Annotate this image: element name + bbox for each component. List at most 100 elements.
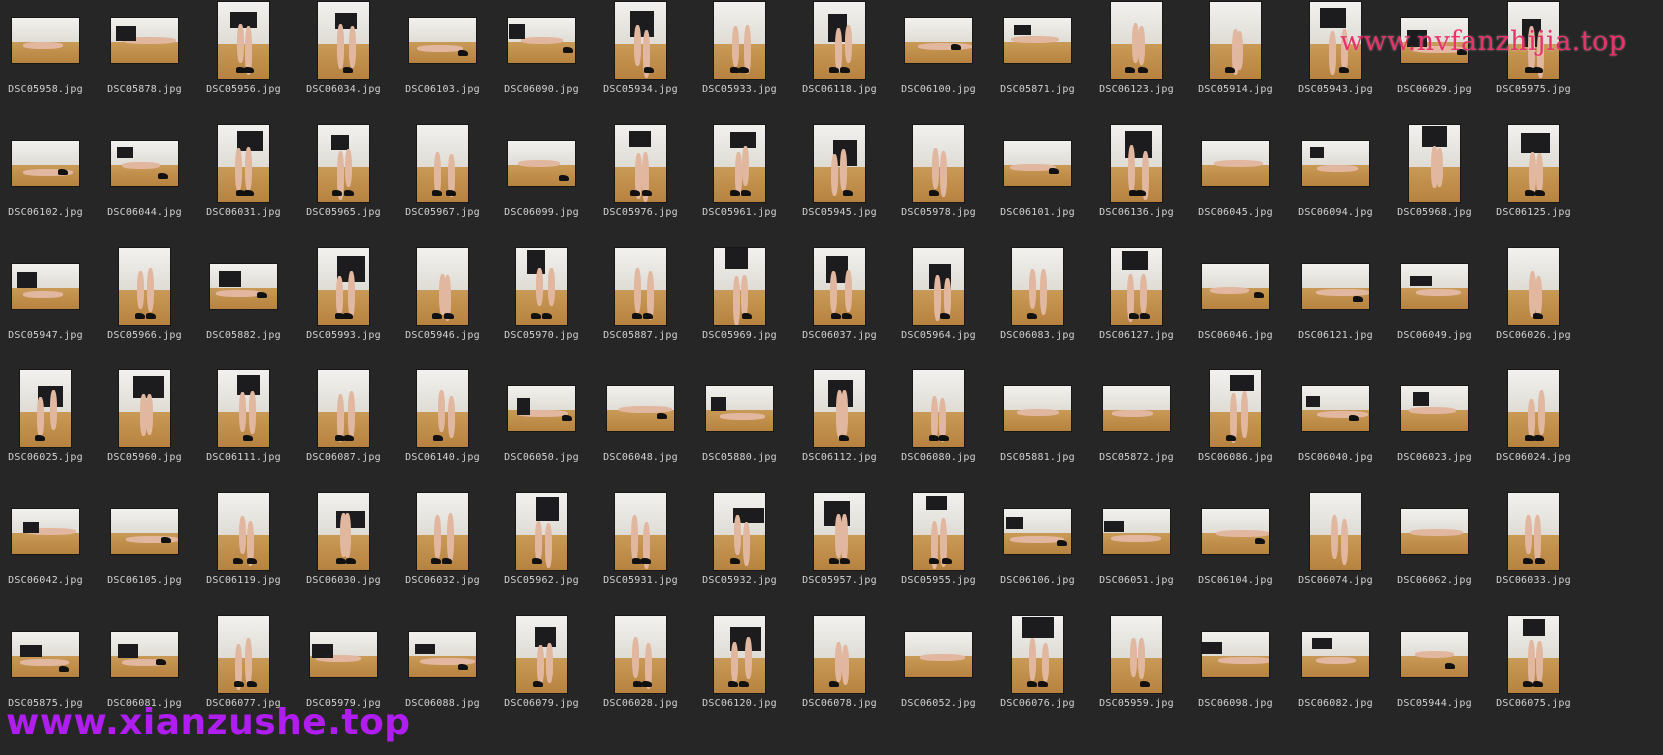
thumbnail-frame [1084, 612, 1189, 696]
thumbnail-item[interactable]: DSC05934.jpg [588, 0, 693, 118]
thumbnail-item[interactable]: DSC06037.jpg [787, 244, 892, 364]
thumbnail-item[interactable]: DSC05967.jpg [390, 121, 495, 241]
thumbnail-item[interactable]: DSC05944.jpg [1382, 612, 1487, 732]
thumbnail-item[interactable]: DSC06104.jpg [1183, 489, 1288, 609]
thumbnail-item[interactable]: DSC05965.jpg [291, 121, 396, 241]
thumbnail-item[interactable]: DSC06033.jpg [1481, 489, 1586, 609]
thumbnail-item[interactable]: DSC06026.jpg [1481, 244, 1586, 364]
thumbnail-item[interactable]: DSC05882.jpg [191, 244, 296, 364]
thumbnail-item[interactable]: DSC06136.jpg [1084, 121, 1189, 241]
thumbnail-item[interactable]: DSC06051.jpg [1084, 489, 1189, 609]
thumbnail-item[interactable]: DSC05947.jpg [0, 244, 98, 364]
thumbnail-item[interactable]: DSC05871.jpg [985, 0, 1090, 118]
thumbnail-item[interactable]: DSC06034.jpg [291, 0, 396, 118]
thumbnail-item[interactable]: DSC06032.jpg [390, 489, 495, 609]
thumbnail-item[interactable]: DSC06062.jpg [1382, 489, 1487, 609]
thumbnail-item[interactable]: DSC06112.jpg [787, 366, 892, 486]
thumbnail-item[interactable]: DSC06023.jpg [1382, 366, 1487, 486]
thumbnail-item[interactable]: DSC05931.jpg [588, 489, 693, 609]
thumbnail-item[interactable]: DSC05962.jpg [489, 489, 594, 609]
thumbnail-item[interactable]: DSC05932.jpg [687, 489, 792, 609]
thumbnail-image [913, 124, 964, 202]
thumbnail-item[interactable]: DSC05946.jpg [390, 244, 495, 364]
thumbnail-item[interactable]: DSC06042.jpg [0, 489, 98, 609]
thumbnail-frame [1183, 121, 1288, 205]
thumbnail-item[interactable]: DSC06101.jpg [985, 121, 1090, 241]
thumbnail-item[interactable]: DSC06079.jpg [489, 612, 594, 732]
thumbnail-item[interactable]: DSC05970.jpg [489, 244, 594, 364]
thumbnail-item[interactable]: DSC06083.jpg [985, 244, 1090, 364]
thumbnail-item[interactable]: DSC06098.jpg [1183, 612, 1288, 732]
thumbnail-item[interactable]: DSC05872.jpg [1084, 366, 1189, 486]
thumbnail-item[interactable]: DSC05914.jpg [1183, 0, 1288, 118]
thumbnail-item[interactable]: DSC06123.jpg [1084, 0, 1189, 118]
thumbnail-item[interactable]: DSC06127.jpg [1084, 244, 1189, 364]
thumbnail-item[interactable]: DSC06106.jpg [985, 489, 1090, 609]
thumbnail-item[interactable]: DSC06100.jpg [886, 0, 991, 118]
thumbnail-item[interactable]: DSC06031.jpg [191, 121, 296, 241]
thumbnail-item[interactable]: DSC06121.jpg [1283, 244, 1388, 364]
thumbnail-item[interactable]: DSC05993.jpg [291, 244, 396, 364]
thumbnail-item[interactable]: DSC06074.jpg [1283, 489, 1388, 609]
thumbnail-item[interactable]: DSC06040.jpg [1283, 366, 1388, 486]
thumbnail-frame [787, 121, 892, 205]
thumbnail-item[interactable]: DSC06120.jpg [687, 612, 792, 732]
thumbnail-item[interactable]: DSC06024.jpg [1481, 366, 1586, 486]
thumbnail-item[interactable]: DSC06111.jpg [191, 366, 296, 486]
thumbnail-item[interactable]: DSC06030.jpg [291, 489, 396, 609]
thumbnail-item[interactable]: DSC06082.jpg [1283, 612, 1388, 732]
thumbnail-item[interactable]: DSC05880.jpg [687, 366, 792, 486]
thumbnail-item[interactable]: DSC06048.jpg [588, 366, 693, 486]
thumbnail-item[interactable]: DSC06119.jpg [191, 489, 296, 609]
thumbnail-item[interactable]: DSC05960.jpg [92, 366, 197, 486]
thumbnail-image [1004, 385, 1071, 431]
thumbnail-item[interactable]: DSC05959.jpg [1084, 612, 1189, 732]
thumbnail-item[interactable]: DSC06125.jpg [1481, 121, 1586, 241]
thumbnail-item[interactable]: DSC06080.jpg [886, 366, 991, 486]
thumbnail-item[interactable]: DSC06087.jpg [291, 366, 396, 486]
thumbnail-item[interactable]: DSC05943.jpg [1283, 0, 1388, 118]
thumbnail-item[interactable]: DSC06086.jpg [1183, 366, 1288, 486]
thumbnail-item[interactable]: DSC06140.jpg [390, 366, 495, 486]
thumbnail-item[interactable]: DSC05969.jpg [687, 244, 792, 364]
thumbnail-item[interactable]: DSC06029.jpg [1382, 0, 1487, 118]
thumbnail-item[interactable]: DSC06052.jpg [886, 612, 991, 732]
thumbnail-item[interactable]: DSC05976.jpg [588, 121, 693, 241]
thumbnail-item[interactable]: DSC06028.jpg [588, 612, 693, 732]
thumbnail-item[interactable]: DSC05968.jpg [1382, 121, 1487, 241]
thumbnail-item[interactable]: DSC06049.jpg [1382, 244, 1487, 364]
thumbnail-item[interactable]: DSC05961.jpg [687, 121, 792, 241]
thumbnail-item[interactable]: DSC05878.jpg [92, 0, 197, 118]
thumbnail-item[interactable]: DSC05945.jpg [787, 121, 892, 241]
thumbnail-frame [687, 244, 792, 328]
thumbnail-item[interactable]: DSC05966.jpg [92, 244, 197, 364]
thumbnail-item[interactable]: DSC05933.jpg [687, 0, 792, 118]
thumbnail-item[interactable]: DSC06045.jpg [1183, 121, 1288, 241]
thumbnail-item[interactable]: DSC06090.jpg [489, 0, 594, 118]
thumbnail-item[interactable]: DSC05958.jpg [0, 0, 98, 118]
thumbnail-item[interactable]: DSC06102.jpg [0, 121, 98, 241]
thumbnail-item[interactable]: DSC05887.jpg [588, 244, 693, 364]
thumbnail-item[interactable]: DSC06044.jpg [92, 121, 197, 241]
thumbnail-item[interactable]: DSC06094.jpg [1283, 121, 1388, 241]
thumbnail-frame [588, 0, 693, 82]
thumbnail-item[interactable]: DSC06099.jpg [489, 121, 594, 241]
thumbnail-item[interactable]: DSC06046.jpg [1183, 244, 1288, 364]
thumbnail-item[interactable]: DSC06078.jpg [787, 612, 892, 732]
thumbnail-item[interactable]: DSC06103.jpg [390, 0, 495, 118]
thumbnail-item[interactable]: DSC05955.jpg [886, 489, 991, 609]
thumbnail-item[interactable]: DSC05975.jpg [1481, 0, 1586, 118]
thumbnail-item[interactable]: DSC05956.jpg [191, 0, 296, 118]
thumbnail-item[interactable]: DSC06050.jpg [489, 366, 594, 486]
thumbnail-item[interactable]: DSC06025.jpg [0, 366, 98, 486]
thumbnail-item[interactable]: DSC05881.jpg [985, 366, 1090, 486]
thumbnail-item[interactable]: DSC05978.jpg [886, 121, 991, 241]
thumbnail-item[interactable]: DSC05957.jpg [787, 489, 892, 609]
thumbnail-item[interactable]: DSC06075.jpg [1481, 612, 1586, 732]
thumbnail-frame [0, 366, 98, 450]
thumbnail-item[interactable]: DSC06105.jpg [92, 489, 197, 609]
thumbnail-item[interactable]: DSC05964.jpg [886, 244, 991, 364]
thumbnail-image [1004, 17, 1071, 63]
thumbnail-item[interactable]: DSC06118.jpg [787, 0, 892, 118]
thumbnail-item[interactable]: DSC06076.jpg [985, 612, 1090, 732]
